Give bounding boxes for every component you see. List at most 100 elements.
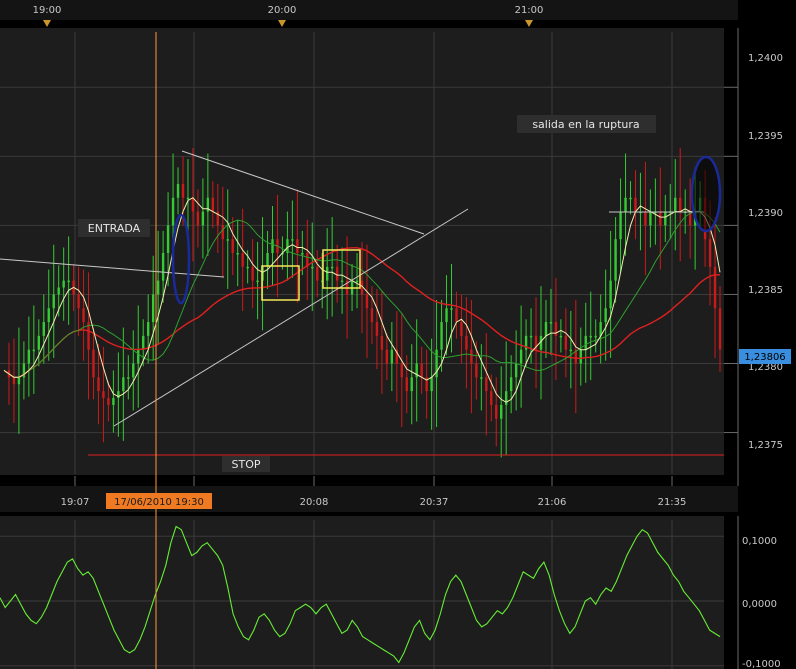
candle-body [122, 377, 125, 392]
candle-body [649, 211, 652, 226]
candle-body [420, 363, 423, 378]
candle-body [375, 322, 379, 336]
candle-body [161, 253, 165, 281]
osc-tick-label: 0,0000 [742, 599, 777, 610]
candle-body [146, 322, 150, 336]
candle-body [201, 211, 205, 226]
candle-body [594, 335, 597, 338]
candle-body [127, 377, 130, 379]
exit-label: salida en la ruptura [532, 118, 639, 131]
price-tick-label: 1,2375 [748, 440, 783, 451]
candle-body [519, 349, 523, 364]
candle-body [490, 391, 493, 405]
bottom-tick-label: 20:08 [300, 497, 329, 508]
candle-body [509, 377, 513, 392]
candle-body [554, 322, 558, 336]
candle-body [410, 377, 413, 392]
candle-body [166, 225, 170, 253]
candle-body [211, 197, 215, 212]
candle-body [405, 377, 408, 392]
candle-body [370, 308, 374, 323]
candle-body [604, 308, 607, 323]
candle-body [102, 391, 105, 399]
candle-body [430, 377, 433, 392]
candle-body [629, 197, 632, 200]
bottom-tick-label: 21:06 [538, 497, 567, 508]
candle-body [316, 266, 319, 281]
candle-body [301, 253, 304, 255]
candle-body [644, 211, 647, 226]
candle-body [132, 363, 135, 378]
oscillator-panel[interactable] [0, 516, 724, 669]
bottom-tick-label: 21:35 [658, 497, 687, 508]
candle-body [713, 266, 717, 309]
candle-body [82, 308, 85, 323]
candle-body [679, 197, 682, 212]
exit-ellipse [690, 155, 722, 233]
candle-body [624, 197, 627, 212]
candle-body [142, 335, 145, 350]
candle-body [311, 266, 314, 269]
candle-body [634, 197, 637, 212]
candle-body [92, 349, 95, 378]
candle-body [52, 294, 55, 309]
candle-body [584, 335, 587, 350]
candle-body [569, 349, 573, 352]
top-tick-label: 19:00 [33, 5, 62, 16]
candle-body [196, 211, 200, 226]
candle-body [186, 197, 190, 200]
candle-body [659, 211, 662, 226]
candle-body [504, 391, 508, 405]
candle-body [579, 349, 582, 364]
candle-body [27, 349, 31, 364]
candle-body [231, 239, 234, 253]
candle-body [296, 239, 299, 253]
candle-body [589, 335, 592, 338]
candle-body [37, 335, 41, 350]
candle-body [390, 349, 394, 364]
candle-body [355, 280, 359, 283]
candle-body [445, 308, 448, 323]
candle-body [480, 377, 483, 379]
candle-body [335, 266, 339, 281]
top-time-strip [0, 0, 738, 20]
candle-body [475, 363, 478, 378]
candle-body [246, 266, 249, 269]
entry-label: ENTRADA [88, 222, 141, 235]
candle-body [549, 322, 553, 324]
candle-body [674, 197, 677, 212]
candle-body [191, 197, 195, 212]
candle-body [365, 294, 369, 309]
bottom-tick-label: 19:07 [61, 497, 90, 508]
candle-body [226, 239, 229, 241]
candle-body [340, 280, 344, 283]
candle-body [156, 280, 160, 295]
candle-body [708, 239, 712, 267]
osc-tick-label: -0,1000 [742, 659, 781, 669]
price-tick-label: 1,2385 [748, 285, 783, 296]
candle-body [47, 308, 50, 323]
candle-body [325, 266, 329, 281]
candle-body [266, 253, 269, 267]
candle-body [495, 404, 498, 419]
bottom-tick-label: 20:37 [420, 497, 449, 508]
candle-body [380, 335, 384, 350]
candle-body [440, 322, 443, 350]
price-tick-label: 1,2400 [748, 53, 783, 64]
top-tick-label: 21:00 [515, 5, 544, 16]
candle-body [460, 322, 463, 336]
current-price-label: 1,23806 [744, 352, 785, 363]
candle-body [181, 183, 185, 198]
top-tick-label: 20:00 [268, 5, 297, 16]
trading-chart: ENTRADA STOP salida en la ruptura 19:00 … [0, 0, 796, 669]
candle-body [17, 377, 21, 385]
exit-tag: salida en la ruptura [517, 115, 656, 133]
candle-body [470, 349, 473, 364]
candle-body [171, 197, 175, 226]
candle-body [544, 322, 548, 336]
candle-body [67, 280, 70, 283]
candle-body [57, 287, 60, 295]
candle-body [151, 294, 155, 323]
osc-tick-label: 0,1000 [742, 536, 777, 547]
candle-body [137, 349, 140, 364]
